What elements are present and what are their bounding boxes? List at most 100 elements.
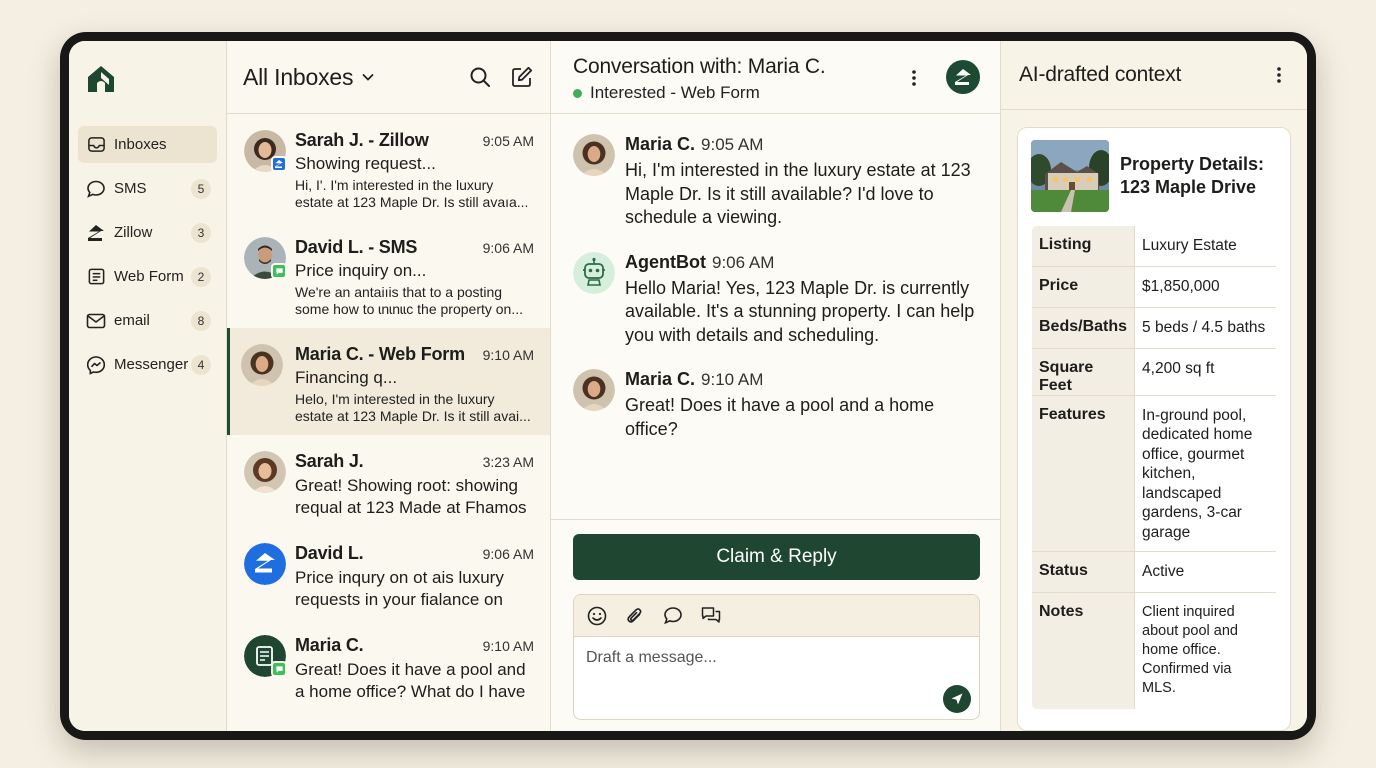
emoji-icon[interactable]: [586, 605, 608, 627]
chat-text: Hi, I'm interested in the luxury estate …: [625, 160, 971, 227]
sidebar-item-label: Inboxes: [114, 136, 167, 153]
message-subject: Financing q...: [295, 368, 398, 387]
message-subject: Price inquiry on...: [295, 261, 427, 280]
message-subject: Great! Does it have a pool and a home of…: [295, 660, 526, 701]
table-row: Square Feet 4,200 sq ft: [1032, 348, 1276, 396]
list-item[interactable]: Sarah J. - Zillow 9:05 AM Showing reques…: [227, 114, 550, 221]
chat-text: Hello Maria! Yes, 123 Maple Dr. is curre…: [625, 277, 975, 345]
unread-count-badge: 3: [191, 222, 211, 243]
zillow-badge-icon: [271, 156, 287, 172]
property-photo[interactable]: [1031, 139, 1109, 212]
more-options-icon[interactable]: [1269, 65, 1289, 85]
chat-sender: Maria C.: [625, 369, 696, 389]
message-preview: We're an antaiıis that to a posting some…: [295, 284, 524, 317]
message-time: 9:05 AM: [482, 133, 534, 149]
chat-time: 9:10 AM: [701, 370, 764, 389]
chat-sender: Maria C.: [625, 134, 696, 154]
draft-message-input[interactable]: Draft a message...: [574, 637, 979, 719]
inbox-header: All Inboxes: [227, 41, 550, 114]
ai-panel-header: AI-drafted context: [1001, 41, 1307, 110]
conversation-header: Conversation with: Maria C. Interested -…: [551, 41, 1000, 114]
compose-icon[interactable]: [510, 65, 534, 89]
chat-message: Maria C. 9:10 AM Great! Does it have a po…: [573, 369, 980, 441]
chat-bubble-icon: [86, 179, 106, 199]
sidebar-item-zillow[interactable]: Zillow 3: [78, 214, 217, 251]
zillow-avatar-icon: [244, 543, 286, 585]
table-row: Listing Luxury Estate: [1032, 225, 1276, 267]
table-row: Price $1,850,000: [1032, 266, 1276, 308]
sms-badge-icon: [271, 661, 287, 677]
message-preview: Helo, I'm interested in the luxury estat…: [295, 391, 531, 424]
home-logo-icon[interactable]: [85, 63, 117, 95]
avatar: [244, 451, 286, 493]
chat-bubble-icon[interactable]: [662, 605, 684, 627]
list-item-selected[interactable]: Maria C. - Web Form 9:10 AM Financing q.…: [227, 328, 550, 435]
envelope-icon: [86, 311, 106, 331]
status-dot-icon: [573, 88, 582, 98]
sidebar-item-label: email: [114, 312, 150, 329]
sender-name: Sarah J.: [295, 451, 364, 471]
claim-reply-button[interactable]: Claim & Reply: [573, 534, 980, 580]
table-row: Status Active: [1032, 551, 1276, 593]
chat-text: Great! Does it have a pool and a home of…: [625, 395, 935, 439]
send-icon[interactable]: [943, 685, 971, 713]
sidebar-item-inboxes[interactable]: Inboxes: [78, 126, 217, 163]
sidebar-item-sms[interactable]: SMS 5: [78, 170, 217, 207]
message-time: 3:23 AM: [482, 454, 534, 470]
sidebar-item-web-form[interactable]: Web Form 2: [78, 258, 217, 295]
table-row: Notes Client inquired about pool and hom…: [1032, 592, 1276, 710]
sidebar-item-messenger[interactable]: Messenger 4: [78, 346, 217, 383]
attachment-icon[interactable]: [624, 605, 646, 627]
lead-status-label: Interested - Web Form: [590, 83, 760, 102]
conversation-panel: Conversation with: Maria C. Interested -…: [551, 41, 1001, 731]
list-item[interactable]: David L. 9:06 AM Price inqury on ot ais …: [227, 527, 550, 619]
form-icon: [86, 267, 106, 287]
sidebar-item-email[interactable]: email 8: [78, 302, 217, 339]
inbox-selector[interactable]: All Inboxes: [243, 64, 354, 91]
list-item[interactable]: Maria C. 9:10 AM Great! Does it have a p…: [227, 619, 550, 711]
message-subject: Showing request...: [295, 154, 436, 173]
chat-sender: AgentBot: [625, 251, 706, 272]
avatar: [573, 134, 615, 176]
search-icon[interactable]: [468, 65, 492, 89]
avatar: [241, 344, 283, 386]
message-time: 9:10 AM: [482, 638, 534, 654]
chat-message: Maria C. 9:05 AM Hi, I'm interested in th…: [573, 134, 980, 230]
property-card: Property Details: 123 Maple Drive Listin…: [1017, 126, 1291, 731]
draft-placeholder: Draft a message...: [586, 649, 717, 666]
list-item[interactable]: David L. - SMS 9:06 AM Price inquiry on.…: [227, 221, 550, 328]
unread-count-badge: 4: [191, 354, 211, 375]
composer-toolbar: [574, 595, 979, 637]
robot-avatar-icon: [573, 251, 615, 294]
chevron-down-icon[interactable]: [361, 70, 375, 84]
messenger-icon: [86, 355, 106, 375]
sender-name: David L. - SMS: [295, 237, 418, 257]
unread-count-badge: 5: [191, 178, 211, 199]
zillow-icon: [86, 223, 106, 243]
avatar: [573, 369, 615, 411]
sidebar-item-label: Messenger: [114, 356, 189, 373]
more-options-icon[interactable]: [904, 68, 924, 88]
ai-context-panel: AI-drafted context Property Details: 123…: [1001, 41, 1307, 731]
sender-name: Maria C.: [295, 635, 364, 655]
ai-panel-title: AI-drafted context: [1019, 62, 1182, 86]
message-composer: Draft a message...: [573, 594, 980, 720]
message-subject: Price inqury on ot ais luxury requests i…: [295, 568, 504, 609]
message-preview: Hi, I'. I'm interested in the luxury est…: [295, 177, 529, 210]
chat-message: AgentBot 9:06 AM Hello Maria! Yes, 123 Ma…: [573, 251, 980, 348]
table-row: Features In-ground pool, dedicated home …: [1032, 395, 1276, 552]
message-time: 9:06 AM: [482, 546, 534, 562]
message-time: 9:06 AM: [482, 240, 534, 256]
list-item[interactable]: Sarah J. 3:23 AM Great! Showing root: sh…: [227, 435, 550, 527]
unread-count-badge: 2: [191, 266, 211, 287]
zillow-brand-icon[interactable]: [946, 60, 980, 94]
device-frame: Inboxes SMS 5 Zillow 3 Web Form 2 email …: [60, 32, 1316, 740]
app-screen: Inboxes SMS 5 Zillow 3 Web Form 2 email …: [69, 41, 1307, 731]
quick-replies-icon[interactable]: [700, 605, 722, 627]
sms-badge-icon: [271, 263, 287, 279]
chat-time: 9:05 AM: [701, 135, 764, 154]
sender-name: David L.: [295, 543, 364, 563]
sidebar-item-label: Web Form: [114, 268, 184, 285]
inbox-list-panel: All Inboxes Sarah J. - Zillow 9:05 AM Sh…: [227, 41, 551, 731]
inbox-tray-icon: [86, 135, 106, 155]
